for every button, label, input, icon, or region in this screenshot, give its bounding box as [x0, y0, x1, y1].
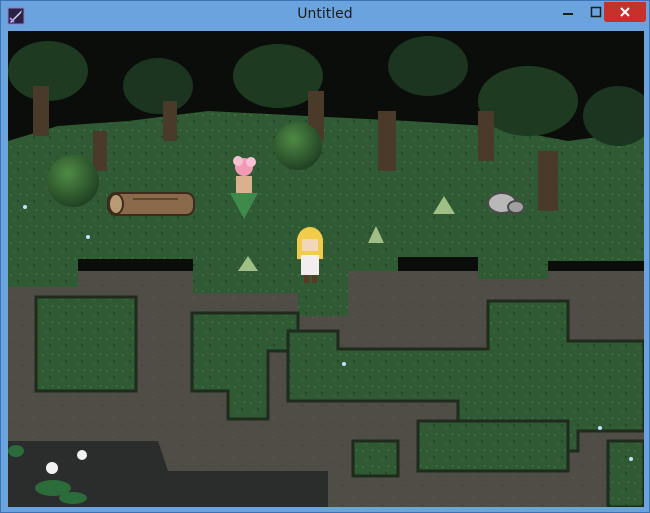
grass-island-left [34, 295, 138, 393]
grass-island-right [416, 419, 570, 473]
game-viewport[interactable] [8, 31, 644, 507]
maximize-icon [590, 6, 601, 18]
fallen-log[interactable] [107, 192, 195, 216]
window-title: Untitled [297, 6, 353, 22]
game-window: Untitled [0, 0, 650, 513]
grass-patch-small [351, 439, 400, 478]
minimize-icon [562, 13, 573, 15]
bush [47, 155, 99, 207]
bush [274, 122, 322, 170]
minimize-button[interactable] [554, 2, 581, 22]
grass-strip-far-right [606, 439, 644, 507]
title-bar[interactable]: Untitled [1, 1, 649, 31]
close-button[interactable] [604, 2, 646, 22]
close-icon [620, 7, 630, 17]
